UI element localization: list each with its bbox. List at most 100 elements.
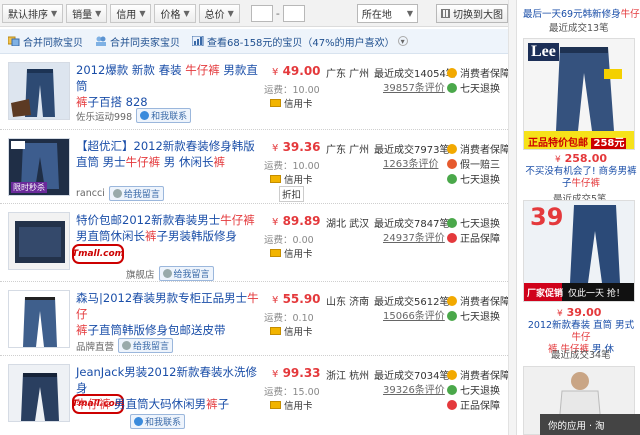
reviews-link[interactable]: 39326条评价 <box>383 381 445 396</box>
sidebar-ad-image[interactable]: 39 厂家促销 仅此一天 抢！ <box>523 200 635 302</box>
credit-card-icon <box>270 249 281 257</box>
yuan-symbol: ¥ <box>555 155 561 165</box>
sidebar-top-link[interactable]: 最后一天69元韩新修身牛仔裤 <box>523 6 640 20</box>
shipping-fee: 运费：10.00 <box>264 161 320 172</box>
seller-info: 品牌直营 给我留言 <box>76 338 174 353</box>
recent-sales: 最近成交14054笔 <box>374 69 456 80</box>
product-thumbnail[interactable] <box>8 62 70 120</box>
wangwang-icon <box>122 341 132 350</box>
sidebar-ad-price: ¥ 258.00 <box>555 152 608 165</box>
product-title-link[interactable]: JeanJack男装2012新款春装水洗修身 牛仔裤 男直筒大码休闲男裤子 <box>76 364 262 412</box>
sidebar-top-sales: 最近成交13笔 <box>549 23 609 34</box>
sidebar-ad-image[interactable]: Lee 正品特价包邮 258元 <box>523 38 635 150</box>
credit-card-icon <box>270 99 281 107</box>
list-scrollbar[interactable] <box>508 0 516 435</box>
sort-sales-button[interactable]: 销量 ▼ <box>66 3 108 23</box>
seller-info: 和我联系 <box>126 414 186 429</box>
credit-card-badge: 信用卡 <box>270 96 313 110</box>
credit-card-icon <box>270 401 281 409</box>
price-min-input[interactable] <box>250 4 273 22</box>
sort-total-button[interactable]: 总价 ▼ <box>198 3 240 23</box>
product-row: 2012爆款 新款 春装 牛仔裤 男款直筒 裤子百搭 828 佐乐运动998 和我联… <box>0 56 510 130</box>
product-title-link[interactable]: 森马|2012春装男款专柜正品男士牛仔 裤子直筒韩版修身包邮送皮带 <box>76 290 262 338</box>
seven-day-return-icon <box>447 310 457 321</box>
genuine-guarantee-icon <box>447 399 457 410</box>
jeans-image-icon <box>9 63 69 119</box>
seven-day-return-icon <box>447 217 457 228</box>
product-title-link[interactable]: 【超优汇】2012新款春装修身韩版 直筒 男士牛仔裤 男 休闲长裤 <box>76 138 262 170</box>
service-badge: 消费者保障 <box>447 65 510 80</box>
sidebar-ad-price: ¥ 39.00 <box>557 306 602 319</box>
jeans-image-icon <box>9 365 69 421</box>
discount-badge: 折扣 <box>279 186 305 202</box>
ad-banner-left: 厂家促销 <box>527 289 564 299</box>
filter-merge-same-item[interactable]: 合并同款宝贝 <box>8 34 83 49</box>
credit-card-badge: 信用卡 <box>270 172 313 186</box>
consumer-guarantee-icon <box>447 143 457 154</box>
service-badge: 正品保障 <box>447 230 500 245</box>
switch-bigview-button[interactable]: 切换到大图 <box>436 3 509 23</box>
chevron-down-icon: ▼ <box>139 8 146 18</box>
genuine-guarantee-icon <box>447 232 457 243</box>
chevron-down-icon: ▼ <box>406 8 414 18</box>
service-badge: 七天退换 <box>447 308 500 323</box>
ad-banner-text: 正品特价包邮 258元 <box>528 138 627 149</box>
chevron-down-icon: ▼ <box>227 8 234 18</box>
sort-credit-button[interactable]: 信用 ▼ <box>110 3 152 23</box>
yuan-symbol: ¥ <box>272 369 279 380</box>
sort-toolbar: 默认排序 ▼ 销量 ▼ 信用 ▼ 价格 ▼ 总价 ▼ - 所在地 ▼ 切换到大图 <box>0 0 509 27</box>
recent-sales: 最近成交7847笔 <box>374 219 450 230</box>
seller-info: rancci 给我留言 <box>76 186 164 201</box>
jeans-image-icon <box>9 213 69 269</box>
ad-banner-right: 仅此一天 抢！ <box>568 289 625 299</box>
seller-location: 湖北 武汉 <box>326 219 370 230</box>
contact-seller-button[interactable]: 和我联系 <box>130 414 186 429</box>
recommend-sidebar: 最后一天69元韩新修身牛仔裤 最近成交13笔 Lee 正品特价包邮 258元 ¥… <box>516 0 640 435</box>
seller-name-link[interactable]: rancci <box>76 188 105 199</box>
location-select[interactable]: 所在地 ▼ <box>356 3 419 23</box>
yuan-symbol: ¥ <box>272 143 279 154</box>
product-thumbnail[interactable]: 限时秒杀 <box>8 138 70 196</box>
app-ad-bar[interactable]: 你的应用 · 淘 <box>540 414 640 435</box>
sort-price-button[interactable]: 价格 ▼ <box>154 3 196 23</box>
product-title-link[interactable]: 2012爆款 新款 春装 牛仔裤 男款直筒 裤子百搭 828 <box>76 62 262 110</box>
wangwang-icon <box>112 189 122 198</box>
seller-name-link[interactable]: 佐乐运动998 <box>76 109 132 123</box>
seller-name-link[interactable]: 品牌直营 <box>76 339 114 353</box>
leave-message-button[interactable]: 给我留言 <box>158 266 214 281</box>
yuan-symbol: ¥ <box>557 309 563 319</box>
leave-message-button[interactable]: 给我留言 <box>118 338 174 353</box>
filter-price-range-link[interactable]: 查看68-158元的宝贝（47%的用户喜欢） ▾ <box>192 34 408 49</box>
product-row: Tmall.com 特价包邮2012新款春装男士牛仔裤 男直筒休闲长裤子男装韩版… <box>0 204 508 282</box>
sidebar-ad-title-link[interactable]: 不买没有机会了! 商务男裤子牛仔裤 <box>525 166 637 190</box>
reviews-link[interactable]: 24937条评价 <box>383 229 445 244</box>
filter-bar: 合并同款宝贝 合并同卖家宝贝 查看68-158元的宝贝（47%的用户喜欢） ▾ <box>0 29 508 54</box>
service-badge: 消费者保障 <box>447 141 510 156</box>
chevron-down-icon[interactable]: ▾ <box>397 36 408 46</box>
promo-price-number: 39 <box>530 203 564 231</box>
price-max-input[interactable] <box>282 4 305 22</box>
seller-name-link[interactable]: 旗舰店 <box>126 267 155 281</box>
product-title-link[interactable]: 特价包邮2012新款春装男士牛仔裤 男直筒休闲长裤子男装韩版修身 <box>76 212 262 244</box>
reviews-link[interactable]: 39857条评价 <box>383 79 445 94</box>
product-row: 限时秒杀 【超优汇】2012新款春装修身韩版 直筒 男士牛仔裤 男 休闲长裤 r… <box>0 130 510 204</box>
sort-default-button[interactable]: 默认排序 ▼ <box>2 3 64 23</box>
seller-location: 浙江 杭州 <box>326 371 370 382</box>
tmall-logo: Tmall.com <box>72 244 124 264</box>
credit-card-icon <box>270 327 281 335</box>
reviews-link[interactable]: 15066条评价 <box>383 307 445 322</box>
credit-card-badge: 信用卡 <box>270 246 313 260</box>
product-thumbnail[interactable] <box>8 364 70 422</box>
wangwang-icon <box>162 269 172 278</box>
reviews-link[interactable]: 1263条评价 <box>383 155 438 170</box>
merge-sellers-icon <box>96 36 106 46</box>
leave-message-button[interactable]: 给我留言 <box>108 186 164 201</box>
chevron-down-icon: ▼ <box>51 8 58 18</box>
contact-seller-button[interactable]: 和我联系 <box>136 108 192 123</box>
product-thumbnail[interactable] <box>8 212 70 270</box>
seller-location: 广东 广州 <box>326 69 370 80</box>
wangwang-icon <box>134 417 143 426</box>
filter-merge-same-seller[interactable]: 合并同卖家宝贝 <box>95 34 180 49</box>
product-thumbnail[interactable] <box>8 290 70 348</box>
chevron-down-icon: ▼ <box>95 8 102 18</box>
